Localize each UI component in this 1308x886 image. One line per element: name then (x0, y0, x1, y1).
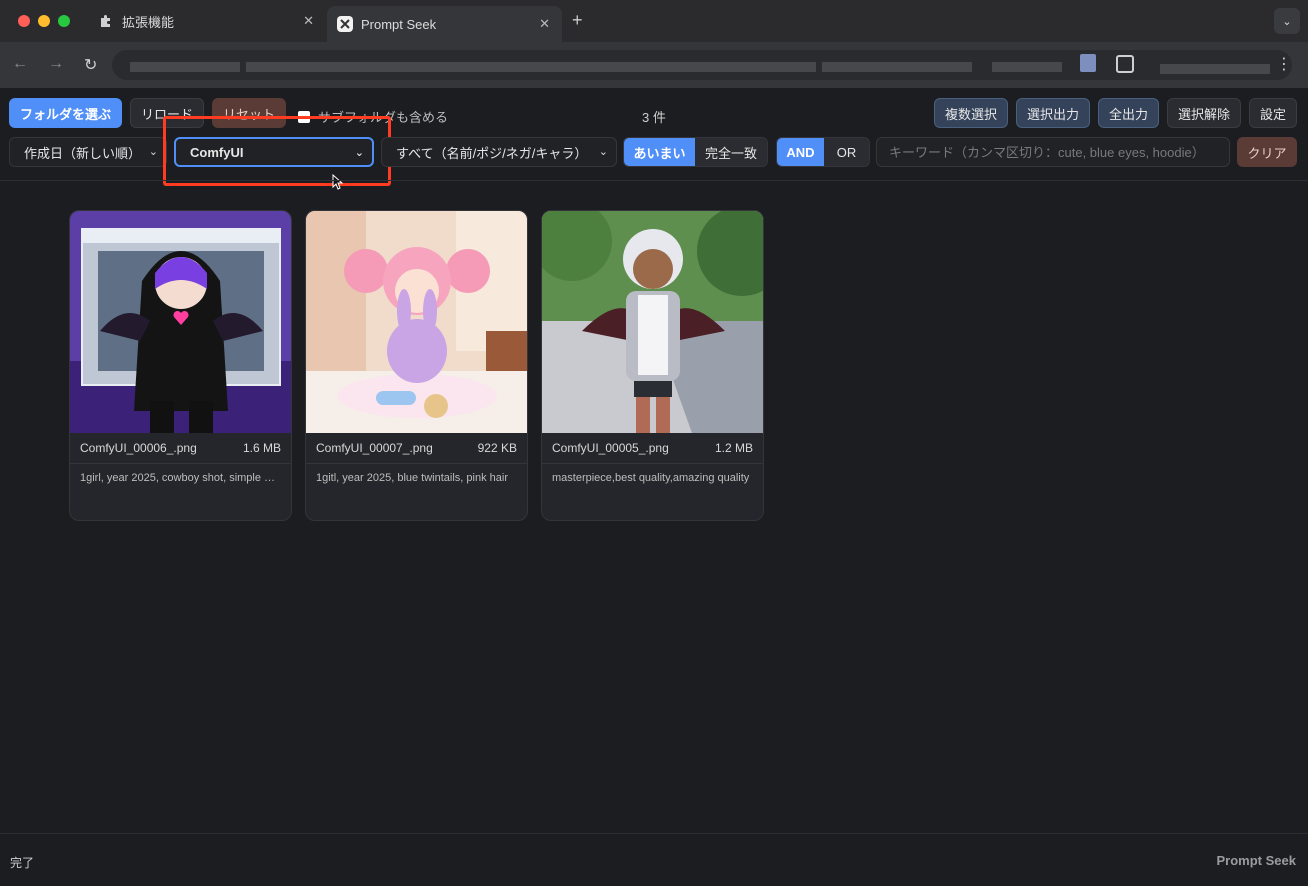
card-filename: ComfyUI_00007_.png (316, 441, 433, 455)
image-card[interactable]: ComfyUI_00005_.png 1.2 MB masterpiece,be… (541, 210, 764, 521)
choose-folder-button[interactable]: フォルダを選ぶ (9, 98, 122, 128)
address-bar-area: ← → ↻ ⋮ (0, 42, 1308, 88)
card-filename: ComfyUI_00006_.png (80, 441, 197, 455)
tab-label: 拡張機能 (122, 14, 175, 30)
mouse-cursor-icon (332, 174, 344, 190)
logic-or-button[interactable]: OR (823, 138, 869, 166)
close-icon[interactable]: ✕ (539, 16, 550, 32)
extension-icon[interactable] (1080, 54, 1096, 72)
chevron-down-icon: ⌄ (598, 146, 608, 158)
search-scope-value: すべて（名前/ポジ/ネガ/キャラ） (396, 145, 588, 161)
logic-toggle: AND OR (776, 137, 870, 167)
extensions-puzzle-icon[interactable] (1116, 55, 1134, 73)
tab-extensions[interactable]: 拡張機能 ✕ (88, 6, 326, 36)
keyword-input[interactable] (876, 137, 1230, 167)
app-brand: Prompt Seek (1216, 853, 1296, 868)
toolbar-divider (0, 180, 1308, 181)
annotation-highlight-box (163, 116, 391, 186)
chevron-down-icon[interactable]: ⌄ (1274, 8, 1300, 34)
puzzle-icon (98, 13, 114, 29)
export-all-button[interactable]: 全出力 (1098, 98, 1159, 128)
tab-prompt-seek[interactable]: Prompt Seek ✕ (327, 6, 562, 42)
sort-select[interactable]: 作成日（新しい順） ⌄ (9, 137, 167, 167)
window-close-button[interactable] (18, 15, 30, 27)
card-prompt: 1girl, year 2025, cowboy shot, simple ba… (80, 472, 281, 484)
export-selected-button[interactable]: 選択出力 (1016, 98, 1090, 128)
card-filename: ComfyUI_00005_.png (552, 441, 669, 455)
match-fuzzy-button[interactable]: あいまい (624, 138, 695, 166)
deselect-button[interactable]: 選択解除 (1167, 98, 1241, 128)
url-field[interactable] (112, 50, 1292, 80)
match-mode-toggle: あいまい 完全一致 (623, 137, 768, 167)
close-icon[interactable]: ✕ (303, 13, 314, 29)
card-prompt: masterpiece,best quality,amazing quality (552, 472, 750, 484)
card-meta: ComfyUI_00005_.png 1.2 MB (552, 441, 753, 455)
image-card[interactable]: ComfyUI_00007_.png 922 KB 1gitl, year 20… (305, 210, 528, 521)
card-filesize: 1.2 MB (714, 441, 753, 455)
image-thumbnail[interactable] (306, 211, 528, 433)
card-filesize: 922 KB (477, 441, 517, 455)
sort-select-value: 作成日（新しい順） (24, 145, 142, 161)
status-text: 完了 (10, 856, 35, 870)
card-meta: ComfyUI_00007_.png 922 KB (316, 441, 517, 455)
settings-button[interactable]: 設定 (1249, 98, 1297, 128)
search-scope-select[interactable]: すべて（名前/ポジ/ネガ/キャラ） ⌄ (381, 137, 617, 167)
window-maximize-button[interactable] (58, 15, 70, 27)
multi-select-button[interactable]: 複数選択 (934, 98, 1008, 128)
result-count: 3 件 (642, 110, 666, 125)
more-vert-icon[interactable]: ⋮ (1276, 54, 1292, 74)
tab-label: Prompt Seek (361, 16, 437, 32)
image-thumbnail[interactable] (542, 211, 764, 433)
card-filesize: 1.6 MB (242, 441, 281, 455)
app-main: フォルダを選ぶ リロード リセット サブフォルダも含める 3 件 複数選択 選択… (0, 88, 1308, 886)
reload-icon[interactable]: ↻ (84, 55, 97, 75)
logic-and-button[interactable]: AND (777, 138, 824, 166)
card-meta: ComfyUI_00006_.png 1.6 MB (80, 441, 281, 455)
new-tab-button[interactable]: + (572, 10, 583, 31)
back-icon[interactable]: ← (12, 55, 28, 73)
status-bar: 完了 Prompt Seek (0, 833, 1308, 886)
chevron-down-icon: ⌄ (148, 146, 158, 158)
window-minimize-button[interactable] (38, 15, 50, 27)
card-prompt: 1gitl, year 2025, blue twintails, pink h… (316, 472, 508, 484)
image-thumbnail[interactable] (70, 211, 292, 433)
clear-button[interactable]: クリア (1237, 137, 1297, 167)
browser-tab-bar: 拡張機能 ✕ Prompt Seek ✕ + ⌄ (0, 0, 1308, 42)
prompt-seek-icon (337, 16, 353, 32)
forward-icon[interactable]: → (48, 55, 64, 73)
match-exact-button[interactable]: 完全一致 (695, 138, 767, 166)
image-card[interactable]: ComfyUI_00006_.png 1.6 MB 1girl, year 20… (69, 210, 292, 521)
